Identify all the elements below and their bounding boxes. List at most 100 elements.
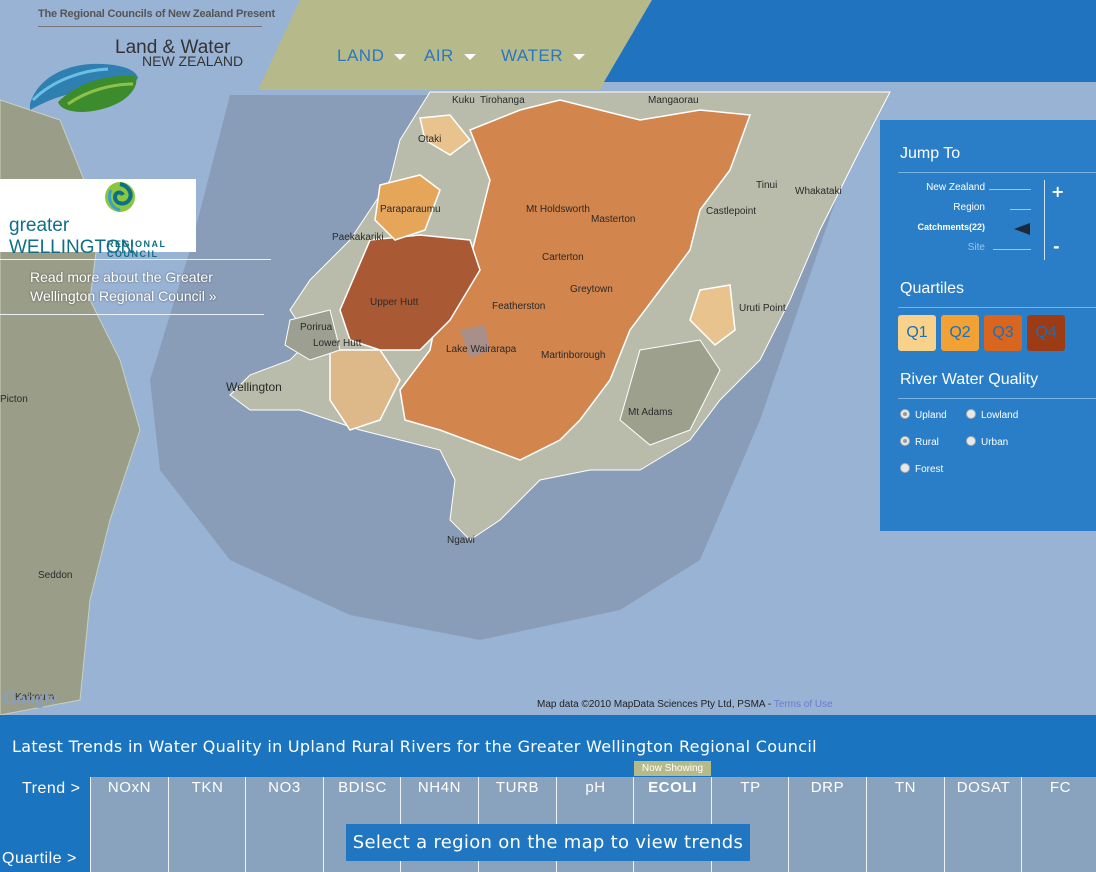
indicator-column-tn[interactable]: TN <box>866 777 944 872</box>
place-label: Castlepoint <box>706 206 756 217</box>
quartile-q4-button[interactable]: Q4 <box>1027 315 1065 351</box>
divider <box>898 172 1096 173</box>
place-label: Mt Adams <box>628 407 672 418</box>
quartile-label: Q4 <box>1035 324 1057 341</box>
nav-air[interactable]: AIR <box>424 46 476 66</box>
header-blue-band <box>604 0 1096 82</box>
zoom-level-site[interactable]: Site <box>898 242 985 253</box>
presenter-text: The Regional Councils of New Zealand Pre… <box>38 8 275 20</box>
now-showing-badge: Now Showing <box>634 761 711 776</box>
indicator-label: TP <box>740 779 761 796</box>
nav-band <box>258 0 652 90</box>
radio-label: Forest <box>915 464 944 475</box>
zoom-track <box>1044 180 1045 260</box>
trends-headline: Latest Trends in Water Quality in Upland… <box>12 737 817 756</box>
radio-lowland[interactable]: Lowland <box>966 409 1019 421</box>
indicator-label: TURB <box>495 779 540 796</box>
council-subname: REGIONAL COUNCIL <box>107 239 167 259</box>
nav-land[interactable]: LAND <box>337 46 407 66</box>
place-label: Picton <box>0 394 28 405</box>
quartile-q3-button[interactable]: Q3 <box>984 315 1022 351</box>
place-label: Ngawi <box>447 535 475 546</box>
indicator-column-tkn[interactable]: TKN <box>168 777 246 872</box>
zoom-tick <box>989 189 1031 190</box>
radio-label: Lowland <box>981 410 1019 421</box>
indicator-column-dosat[interactable]: DOSAT <box>944 777 1022 872</box>
radio-urban[interactable]: Urban <box>966 436 1009 448</box>
zoom-tick <box>1010 209 1031 210</box>
place-label: Greytown <box>570 284 613 295</box>
radio-icon[interactable] <box>900 463 910 474</box>
place-label: Tinui <box>756 180 777 191</box>
nav-water-label: WATER <box>501 46 563 65</box>
indicator-label: pH <box>585 779 606 796</box>
council-logo[interactable]: greater WELLINGTON REGIONAL COUNCIL <box>0 179 196 259</box>
zoom-level-region[interactable]: Region <box>898 202 985 213</box>
header: The Regional Councils of New Zealand Pre… <box>0 0 1096 112</box>
radio-icon[interactable] <box>900 436 910 447</box>
radio-icon[interactable] <box>966 409 976 420</box>
indicator-label: BDISC <box>338 779 387 796</box>
divider <box>898 307 1096 308</box>
site-subtitle[interactable]: NEW ZEALAND <box>142 53 243 69</box>
read-more-link[interactable]: Read more about the Greater Wellington R… <box>30 268 260 306</box>
logo-divider <box>38 26 262 27</box>
place-label: Carterton <box>542 252 584 263</box>
radio-rural[interactable]: Rural <box>900 436 939 448</box>
place-label: Kuku <box>452 95 475 106</box>
nav-water[interactable]: WATER <box>501 46 585 66</box>
select-region-message: Select a region on the map to view trend… <box>346 824 750 861</box>
place-label: Seddon <box>38 570 72 581</box>
read-more-block[interactable]: Read more about the Greater Wellington R… <box>0 259 271 315</box>
land-water-logo-icon[interactable] <box>28 52 143 114</box>
quartile-q1-button[interactable]: Q1 <box>898 315 936 351</box>
quartile-label: Q3 <box>992 324 1014 341</box>
radio-label: Rural <box>915 437 939 448</box>
control-panel: Jump To New Zealand Region Catchments(22… <box>880 120 1096 531</box>
zoom-in-button[interactable]: + <box>1051 182 1064 201</box>
quartile-label: Q2 <box>949 324 971 341</box>
terms-of-use-link[interactable]: Terms of Use <box>774 699 833 710</box>
place-label: Upper Hutt <box>370 297 419 308</box>
indicator-column-drp[interactable]: DRP <box>788 777 866 872</box>
place-label: Mangaorau <box>648 95 699 106</box>
place-label: Mt Holdsworth <box>526 204 590 215</box>
place-label: Uruti Point <box>739 303 786 314</box>
trend-row-label: Trend > <box>22 780 81 797</box>
indicator-column-fc[interactable]: FC <box>1021 777 1096 872</box>
radio-icon[interactable] <box>966 436 976 447</box>
indicator-label: NO3 <box>268 779 301 796</box>
radio-label: Urban <box>981 437 1009 448</box>
quartile-q2-button[interactable]: Q2 <box>941 315 979 351</box>
place-label: Whakataki <box>795 186 842 197</box>
indicator-column-noxn[interactable]: NOxN <box>90 777 168 872</box>
quartile-label: Q1 <box>906 324 928 341</box>
indicator-label: FC <box>1049 779 1072 796</box>
divider <box>898 398 1096 399</box>
radio-icon[interactable] <box>900 409 910 420</box>
indicator-label: TN <box>894 779 917 796</box>
radio-forest[interactable]: Forest <box>900 463 944 475</box>
zoom-out-button[interactable]: - <box>1053 237 1060 256</box>
indicator-label: NH4N <box>417 779 462 796</box>
place-label: Tirohanga <box>480 95 525 106</box>
place-label: Lower Hutt <box>313 338 362 349</box>
google-logo[interactable]: Google <box>3 688 57 709</box>
indicator-column-no3[interactable]: NO3 <box>245 777 323 872</box>
chevron-down-icon <box>394 53 407 60</box>
place-label: Wellington <box>226 380 282 394</box>
indicator-label: DOSAT <box>956 779 1011 796</box>
place-label: Otaki <box>418 134 441 145</box>
zoom-pointer-icon <box>1014 223 1030 235</box>
place-label: Porirua <box>300 322 333 333</box>
radio-label: Upland <box>915 410 947 421</box>
place-label: Featherston <box>492 301 545 312</box>
radio-upland[interactable]: Upland <box>900 409 947 421</box>
quartiles-title: Quartiles <box>900 280 965 297</box>
zoom-level-catchments[interactable]: Catchments(22) <box>898 222 985 232</box>
jump-to-title: Jump To <box>900 145 961 162</box>
nav-air-label: AIR <box>424 46 454 65</box>
indicator-label: NOxN <box>107 779 152 796</box>
zoom-level-new-zealand[interactable]: New Zealand <box>898 182 985 193</box>
place-label: Paekakariki <box>332 232 384 243</box>
